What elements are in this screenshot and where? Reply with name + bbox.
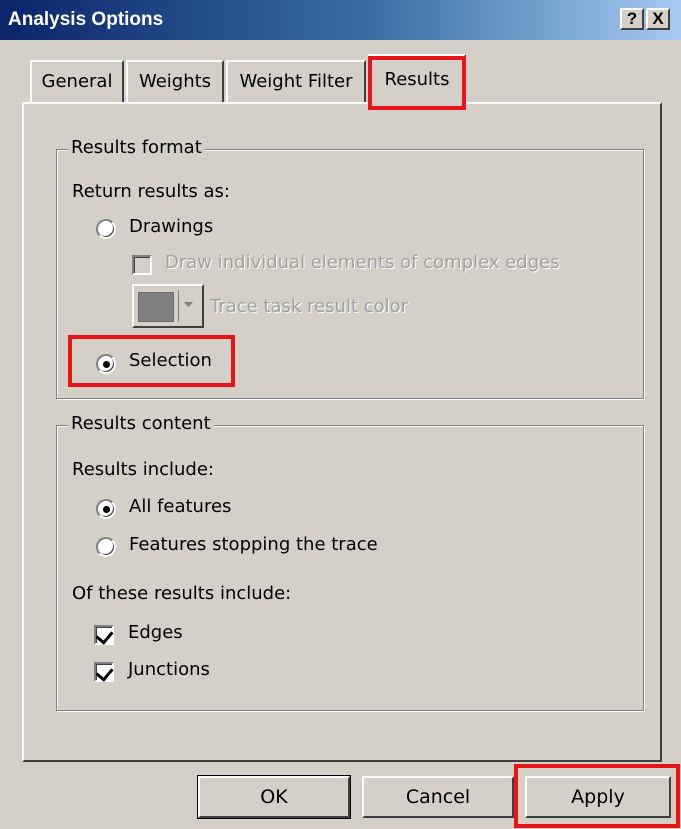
- title-bar[interactable]: Analysis Options ? X: [0, 0, 681, 40]
- edges-checkbox[interactable]: [94, 625, 114, 645]
- trace-color-label: Trace task result color: [210, 296, 409, 317]
- draw-elements-label: Draw individual elements of complex edge…: [165, 252, 560, 273]
- tab-results-highlight: [368, 56, 466, 110]
- trace-color-swatch: [138, 292, 174, 322]
- close-button[interactable]: X: [646, 8, 670, 30]
- return-results-label: Return results as:: [72, 181, 230, 202]
- help-button[interactable]: ?: [620, 8, 644, 30]
- tab-weight-filter[interactable]: Weight Filter: [226, 60, 366, 102]
- drawings-label[interactable]: Drawings: [129, 216, 213, 237]
- trace-color-picker: [132, 284, 204, 328]
- tab-weights[interactable]: Weights: [126, 60, 224, 102]
- junctions-checkbox[interactable]: [94, 662, 114, 682]
- chevron-down-icon: [178, 290, 198, 322]
- apply-highlight: [514, 764, 680, 828]
- all-features-radio[interactable]: [96, 499, 116, 519]
- edges-label[interactable]: Edges: [128, 622, 183, 643]
- tab-general[interactable]: General: [30, 60, 124, 102]
- all-features-label[interactable]: All features: [129, 496, 231, 517]
- cancel-button[interactable]: Cancel: [362, 776, 514, 818]
- stopping-features-label[interactable]: Features stopping the trace: [129, 534, 378, 555]
- results-format-legend: Results format: [68, 137, 205, 158]
- drawings-radio[interactable]: [96, 219, 116, 239]
- results-content-legend: Results content: [68, 413, 214, 434]
- junctions-label[interactable]: Junctions: [128, 659, 210, 680]
- window-title: Analysis Options: [8, 9, 164, 30]
- stopping-features-radio[interactable]: [96, 537, 116, 557]
- ok-button[interactable]: OK: [197, 775, 351, 819]
- of-these-results-label: Of these results include:: [72, 583, 292, 604]
- tab-panel-results: Results format Return results as: Drawin…: [22, 102, 662, 762]
- selection-highlight: [68, 335, 235, 387]
- results-include-label: Results include:: [72, 459, 214, 480]
- draw-elements-checkbox: [132, 255, 152, 275]
